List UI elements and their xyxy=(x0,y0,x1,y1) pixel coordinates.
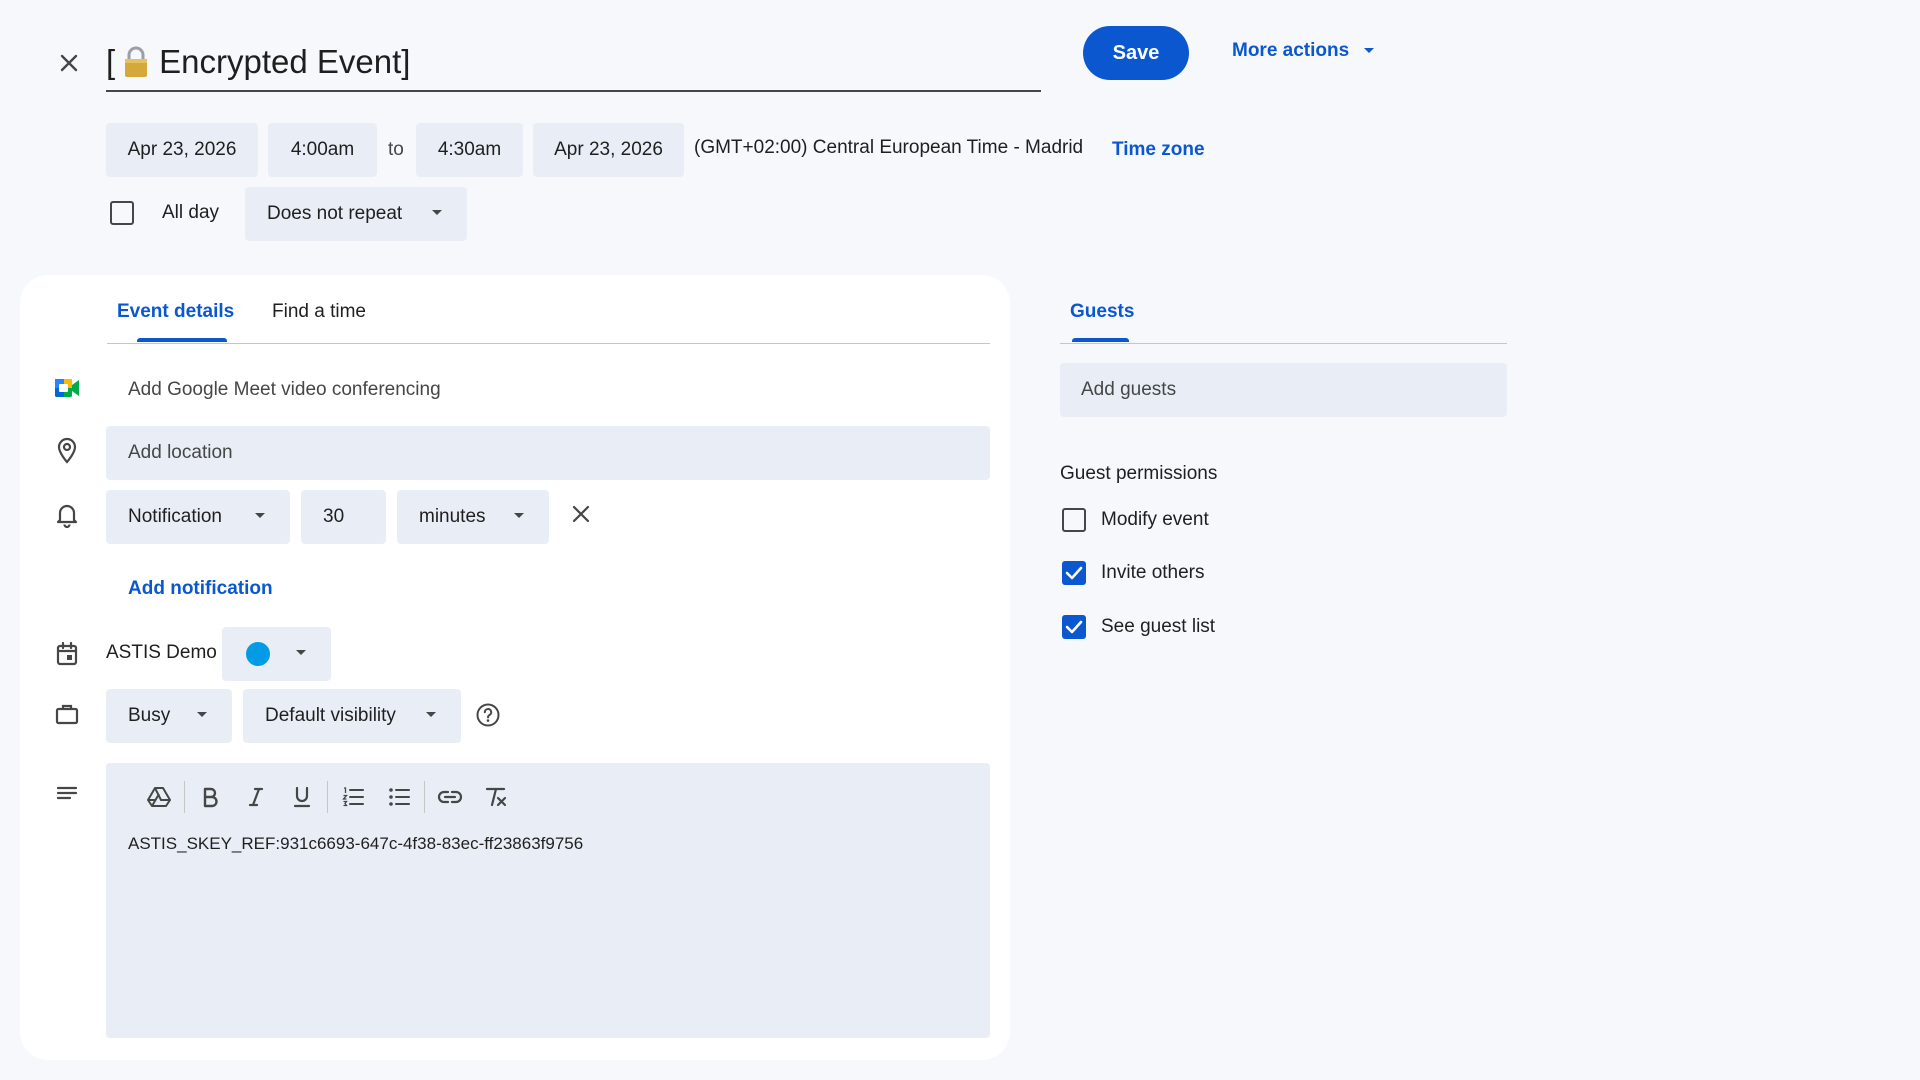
add-guests-input[interactable]: Add guests xyxy=(1060,363,1507,417)
caret-down-icon xyxy=(254,512,266,520)
location-pin-icon xyxy=(52,436,82,466)
timezone-link[interactable]: Time zone xyxy=(1112,139,1205,161)
notification-amount-input[interactable]: 30 xyxy=(301,490,386,544)
caret-down-icon xyxy=(431,209,443,217)
start-date-picker[interactable]: Apr 23, 2026 xyxy=(106,123,258,177)
tab-find-a-time[interactable]: Find a time xyxy=(272,301,366,323)
underline-button[interactable] xyxy=(279,777,325,817)
checkmark-icon xyxy=(1065,620,1083,634)
notification-amount-value: 30 xyxy=(323,506,345,527)
timezone-text: (GMT+02:00) Central European Time - Madr… xyxy=(694,137,1084,158)
color-swatch xyxy=(246,642,270,666)
caret-down-icon xyxy=(513,512,525,520)
end-date-picker[interactable]: Apr 23, 2026 xyxy=(533,123,684,177)
title-bracket: [ xyxy=(106,43,116,80)
description-icon xyxy=(52,778,82,808)
tabs-divider xyxy=(107,343,990,344)
end-time-picker[interactable]: 4:30am xyxy=(416,123,523,177)
more-actions-label: More actions xyxy=(1232,40,1350,61)
to-label: to xyxy=(388,139,404,160)
italic-button[interactable] xyxy=(233,777,279,817)
active-tab-indicator xyxy=(137,338,227,342)
invite-others-label: Invite others xyxy=(1101,562,1205,583)
busy-status-dropdown[interactable]: Busy xyxy=(106,689,232,743)
numbered-list-button[interactable] xyxy=(330,777,376,817)
title-field[interactable]: [ Encrypted Event] xyxy=(106,34,1041,92)
start-time-picker[interactable]: 4:00am xyxy=(268,123,377,177)
numbered-list-icon xyxy=(342,787,364,807)
drive-attachment-button[interactable] xyxy=(136,777,182,817)
caret-down-icon xyxy=(295,649,307,657)
briefcase-icon xyxy=(52,699,82,729)
all-day-checkbox[interactable] xyxy=(110,201,134,225)
tab-guests[interactable]: Guests xyxy=(1070,301,1134,323)
save-button[interactable]: Save xyxy=(1083,26,1189,80)
all-day-label: All day xyxy=(162,202,220,223)
visibility-value: Default visibility xyxy=(265,705,396,726)
toolbar-divider xyxy=(424,781,425,813)
bulleted-list-button[interactable] xyxy=(376,777,422,817)
tab-event-details[interactable]: Event details xyxy=(117,301,234,323)
notification-unit-dropdown[interactable]: minutes xyxy=(397,490,549,544)
see-guest-list-label: See guest list xyxy=(1101,616,1216,637)
close-icon xyxy=(60,54,78,72)
notification-type-dropdown[interactable]: Notification xyxy=(106,490,290,544)
guest-permissions-title: Guest permissions xyxy=(1060,463,1218,484)
caret-down-icon xyxy=(196,711,208,719)
notification-type-value: Notification xyxy=(128,506,222,527)
modify-event-checkbox[interactable] xyxy=(1062,508,1086,532)
bulleted-list-icon xyxy=(389,788,410,806)
notification-unit-value: minutes xyxy=(419,506,486,527)
calendar-name: ASTIS Demo xyxy=(106,642,217,663)
description-text: ASTIS_SKEY_REF:931c6693-647c-4f38-83ec-f… xyxy=(128,834,584,853)
checkmark-icon xyxy=(1065,566,1083,580)
add-notification-button[interactable]: Add notification xyxy=(128,578,273,600)
italic-icon xyxy=(248,787,264,807)
event-color-dropdown[interactable] xyxy=(222,627,331,681)
more-actions-button[interactable]: More actions xyxy=(1232,36,1375,66)
busy-status-value: Busy xyxy=(128,705,171,726)
invite-others-checkbox[interactable] xyxy=(1062,561,1086,585)
toolbar-divider xyxy=(327,781,328,813)
guests-divider xyxy=(1060,343,1507,344)
repeat-dropdown[interactable]: Does not repeat xyxy=(245,187,467,241)
repeat-value: Does not repeat xyxy=(267,203,403,224)
event-title: Encrypted Event] xyxy=(159,43,411,80)
see-guest-list-checkbox[interactable] xyxy=(1062,615,1086,639)
clear-formatting-button[interactable] xyxy=(473,777,519,817)
location-input[interactable]: Add location xyxy=(106,426,990,480)
underline-icon xyxy=(293,786,311,808)
close-button[interactable] xyxy=(50,44,88,82)
google-meet-icon xyxy=(52,373,82,403)
bell-icon xyxy=(52,500,82,530)
visibility-dropdown[interactable]: Default visibility xyxy=(243,689,461,743)
description-editor[interactable]: ASTIS_SKEY_REF:931c6693-647c-4f38-83ec-f… xyxy=(106,763,990,1038)
help-icon[interactable] xyxy=(473,700,503,730)
calendar-icon xyxy=(52,639,82,669)
active-tab-indicator xyxy=(1072,338,1129,342)
lock-icon xyxy=(121,44,151,80)
caret-down-icon xyxy=(425,711,437,719)
bold-button[interactable] xyxy=(187,777,233,817)
remove-notification-button[interactable] xyxy=(566,499,596,529)
add-meet-button[interactable]: Add Google Meet video conferencing xyxy=(128,379,441,401)
close-icon xyxy=(572,505,590,523)
insert-link-button[interactable] xyxy=(427,777,473,817)
google-drive-icon xyxy=(147,787,171,807)
link-icon xyxy=(437,790,463,804)
caret-down-icon xyxy=(1363,47,1375,55)
toolbar-divider xyxy=(184,781,185,813)
formatting-toolbar xyxy=(136,777,519,817)
bold-icon xyxy=(203,787,218,808)
clear-formatting-icon xyxy=(485,787,507,807)
modify-event-label: Modify event xyxy=(1101,509,1209,530)
